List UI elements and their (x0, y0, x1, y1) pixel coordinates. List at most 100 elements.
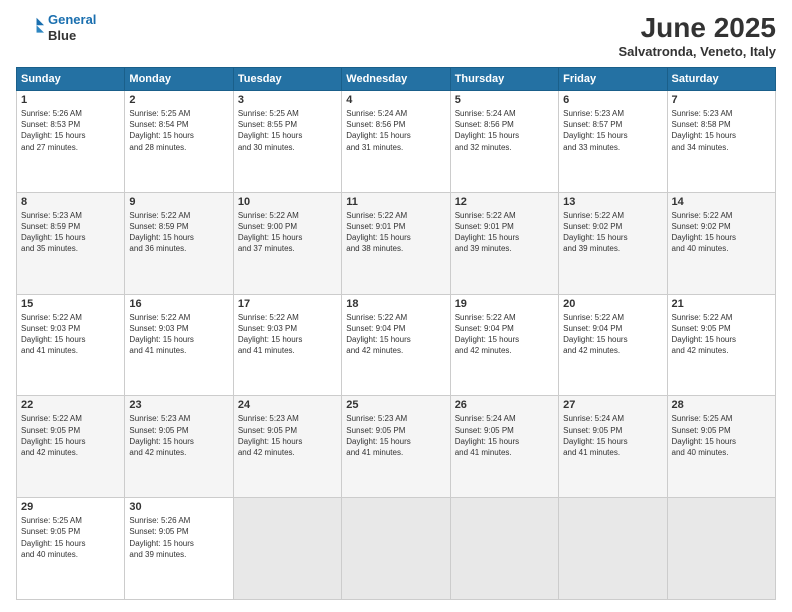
calendar-week-row: 22Sunrise: 5:22 AM Sunset: 9:05 PM Dayli… (17, 396, 776, 498)
weekday-header: Sunday (17, 68, 125, 91)
day-info: Sunrise: 5:24 AM Sunset: 9:05 PM Dayligh… (455, 413, 554, 458)
calendar-day-cell: 22Sunrise: 5:22 AM Sunset: 9:05 PM Dayli… (17, 396, 125, 498)
day-number: 1 (21, 94, 120, 106)
day-info: Sunrise: 5:25 AM Sunset: 8:55 PM Dayligh… (238, 108, 337, 153)
day-number: 3 (238, 94, 337, 106)
day-number: 23 (129, 399, 228, 411)
day-info: Sunrise: 5:24 AM Sunset: 8:56 PM Dayligh… (346, 108, 445, 153)
day-info: Sunrise: 5:24 AM Sunset: 9:05 PM Dayligh… (563, 413, 662, 458)
day-info: Sunrise: 5:22 AM Sunset: 9:01 PM Dayligh… (455, 210, 554, 255)
calendar-week-row: 1 Sunrise: 5:26 AM Sunset: 8:53 PM Daylig… (17, 91, 776, 193)
calendar-day-cell: 28 Sunrise: 5:25 AM Sunset: 9:05 PM Dayli… (667, 396, 775, 498)
day-number: 30 (129, 501, 228, 513)
calendar-day-cell: 23 Sunrise: 5:23 AM Sunset: 9:05 PM Dayli… (125, 396, 233, 498)
day-info: Sunrise: 5:24 AM Sunset: 8:56 PM Dayligh… (455, 108, 554, 153)
calendar-day-cell: 30Sunrise: 5:26 AM Sunset: 9:05 PM Dayli… (125, 498, 233, 600)
calendar-day-cell: 14 Sunrise: 5:22 AM Sunset: 9:02 PM Dayli… (667, 192, 775, 294)
day-number: 4 (346, 94, 445, 106)
day-info: Sunrise: 5:22 AM Sunset: 9:02 PM Dayligh… (563, 210, 662, 255)
calendar-day-cell: 7 Sunrise: 5:23 AM Sunset: 8:58 PM Daylig… (667, 91, 775, 193)
calendar-day-cell (450, 498, 558, 600)
day-info: Sunrise: 5:22 AM Sunset: 9:03 PM Dayligh… (21, 312, 120, 357)
day-info: Sunrise: 5:22 AM Sunset: 9:04 PM Dayligh… (455, 312, 554, 357)
logo-icon (16, 14, 44, 42)
page: General Blue June 2025 Salvatronda, Vene… (0, 0, 792, 612)
calendar-day-cell: 29 Sunrise: 5:25 AM Sunset: 9:05 PM Dayli… (17, 498, 125, 600)
day-number: 28 (672, 399, 771, 411)
calendar-table: SundayMondayTuesdayWednesdayThursdayFrid… (16, 67, 776, 600)
calendar-day-cell: 3 Sunrise: 5:25 AM Sunset: 8:55 PM Daylig… (233, 91, 341, 193)
day-info: Sunrise: 5:22 AM Sunset: 9:05 PM Dayligh… (672, 312, 771, 357)
day-number: 7 (672, 94, 771, 106)
day-info: Sunrise: 5:22 AM Sunset: 9:03 PM Dayligh… (129, 312, 228, 357)
calendar-day-cell: 12 Sunrise: 5:22 AM Sunset: 9:01 PM Dayli… (450, 192, 558, 294)
calendar-day-cell: 15 Sunrise: 5:22 AM Sunset: 9:03 PM Dayli… (17, 294, 125, 396)
location-subtitle: Salvatronda, Veneto, Italy (619, 44, 777, 59)
calendar-day-cell: 19 Sunrise: 5:22 AM Sunset: 9:04 PM Dayli… (450, 294, 558, 396)
weekday-header: Monday (125, 68, 233, 91)
calendar-day-cell: 6 Sunrise: 5:23 AM Sunset: 8:57 PM Daylig… (559, 91, 667, 193)
logo-line1: General (48, 12, 96, 27)
day-info: Sunrise: 5:23 AM Sunset: 9:05 PM Dayligh… (129, 413, 228, 458)
day-number: 19 (455, 298, 554, 310)
day-info: Sunrise: 5:23 AM Sunset: 9:05 PM Dayligh… (238, 413, 337, 458)
day-info: Sunrise: 5:26 AM Sunset: 8:53 PM Dayligh… (21, 108, 120, 153)
day-number: 9 (129, 196, 228, 208)
day-number: 5 (455, 94, 554, 106)
calendar-day-cell (667, 498, 775, 600)
day-number: 8 (21, 196, 120, 208)
calendar-day-cell: 16 Sunrise: 5:22 AM Sunset: 9:03 PM Dayli… (125, 294, 233, 396)
day-info: Sunrise: 5:22 AM Sunset: 9:01 PM Dayligh… (346, 210, 445, 255)
day-info: Sunrise: 5:23 AM Sunset: 8:57 PM Dayligh… (563, 108, 662, 153)
month-title: June 2025 (619, 12, 777, 44)
calendar-week-row: 8 Sunrise: 5:23 AM Sunset: 8:59 PM Daylig… (17, 192, 776, 294)
day-number: 14 (672, 196, 771, 208)
day-number: 25 (346, 399, 445, 411)
day-number: 11 (346, 196, 445, 208)
calendar-week-row: 15 Sunrise: 5:22 AM Sunset: 9:03 PM Dayli… (17, 294, 776, 396)
day-number: 6 (563, 94, 662, 106)
day-info: Sunrise: 5:23 AM Sunset: 8:58 PM Dayligh… (672, 108, 771, 153)
weekday-header: Friday (559, 68, 667, 91)
calendar-day-cell: 13 Sunrise: 5:22 AM Sunset: 9:02 PM Dayli… (559, 192, 667, 294)
calendar-day-cell: 1 Sunrise: 5:26 AM Sunset: 8:53 PM Daylig… (17, 91, 125, 193)
weekday-header: Tuesday (233, 68, 341, 91)
day-info: Sunrise: 5:22 AM Sunset: 9:02 PM Dayligh… (672, 210, 771, 255)
calendar-day-cell: 4 Sunrise: 5:24 AM Sunset: 8:56 PM Daylig… (342, 91, 450, 193)
logo: General Blue (16, 12, 96, 43)
day-info: Sunrise: 5:23 AM Sunset: 9:05 PM Dayligh… (346, 413, 445, 458)
title-block: June 2025 Salvatronda, Veneto, Italy (619, 12, 777, 59)
calendar-day-cell: 27Sunrise: 5:24 AM Sunset: 9:05 PM Dayli… (559, 396, 667, 498)
calendar-day-cell: 8 Sunrise: 5:23 AM Sunset: 8:59 PM Daylig… (17, 192, 125, 294)
calendar-day-cell: 11 Sunrise: 5:22 AM Sunset: 9:01 PM Dayli… (342, 192, 450, 294)
calendar-day-cell (559, 498, 667, 600)
day-info: Sunrise: 5:25 AM Sunset: 8:54 PM Dayligh… (129, 108, 228, 153)
day-number: 22 (21, 399, 120, 411)
day-number: 16 (129, 298, 228, 310)
day-number: 12 (455, 196, 554, 208)
calendar-day-cell: 17Sunrise: 5:22 AM Sunset: 9:03 PM Dayli… (233, 294, 341, 396)
day-info: Sunrise: 5:22 AM Sunset: 9:04 PM Dayligh… (346, 312, 445, 357)
calendar-day-cell: 21Sunrise: 5:22 AM Sunset: 9:05 PM Dayli… (667, 294, 775, 396)
day-info: Sunrise: 5:22 AM Sunset: 8:59 PM Dayligh… (129, 210, 228, 255)
day-number: 18 (346, 298, 445, 310)
calendar-day-cell: 20Sunrise: 5:22 AM Sunset: 9:04 PM Dayli… (559, 294, 667, 396)
day-info: Sunrise: 5:22 AM Sunset: 9:03 PM Dayligh… (238, 312, 337, 357)
day-number: 29 (21, 501, 120, 513)
day-info: Sunrise: 5:23 AM Sunset: 8:59 PM Dayligh… (21, 210, 120, 255)
weekday-header: Thursday (450, 68, 558, 91)
calendar-header-row: SundayMondayTuesdayWednesdayThursdayFrid… (17, 68, 776, 91)
day-number: 20 (563, 298, 662, 310)
day-number: 15 (21, 298, 120, 310)
day-number: 13 (563, 196, 662, 208)
header: General Blue June 2025 Salvatronda, Vene… (16, 12, 776, 59)
day-info: Sunrise: 5:22 AM Sunset: 9:00 PM Dayligh… (238, 210, 337, 255)
calendar-day-cell: 24 Sunrise: 5:23 AM Sunset: 9:05 PM Dayli… (233, 396, 341, 498)
calendar-day-cell: 5 Sunrise: 5:24 AM Sunset: 8:56 PM Daylig… (450, 91, 558, 193)
logo-text: General Blue (48, 12, 96, 43)
weekday-header: Wednesday (342, 68, 450, 91)
day-info: Sunrise: 5:25 AM Sunset: 9:05 PM Dayligh… (21, 515, 120, 560)
day-number: 24 (238, 399, 337, 411)
day-info: Sunrise: 5:25 AM Sunset: 9:05 PM Dayligh… (672, 413, 771, 458)
calendar-day-cell: 2Sunrise: 5:25 AM Sunset: 8:54 PM Daylig… (125, 91, 233, 193)
